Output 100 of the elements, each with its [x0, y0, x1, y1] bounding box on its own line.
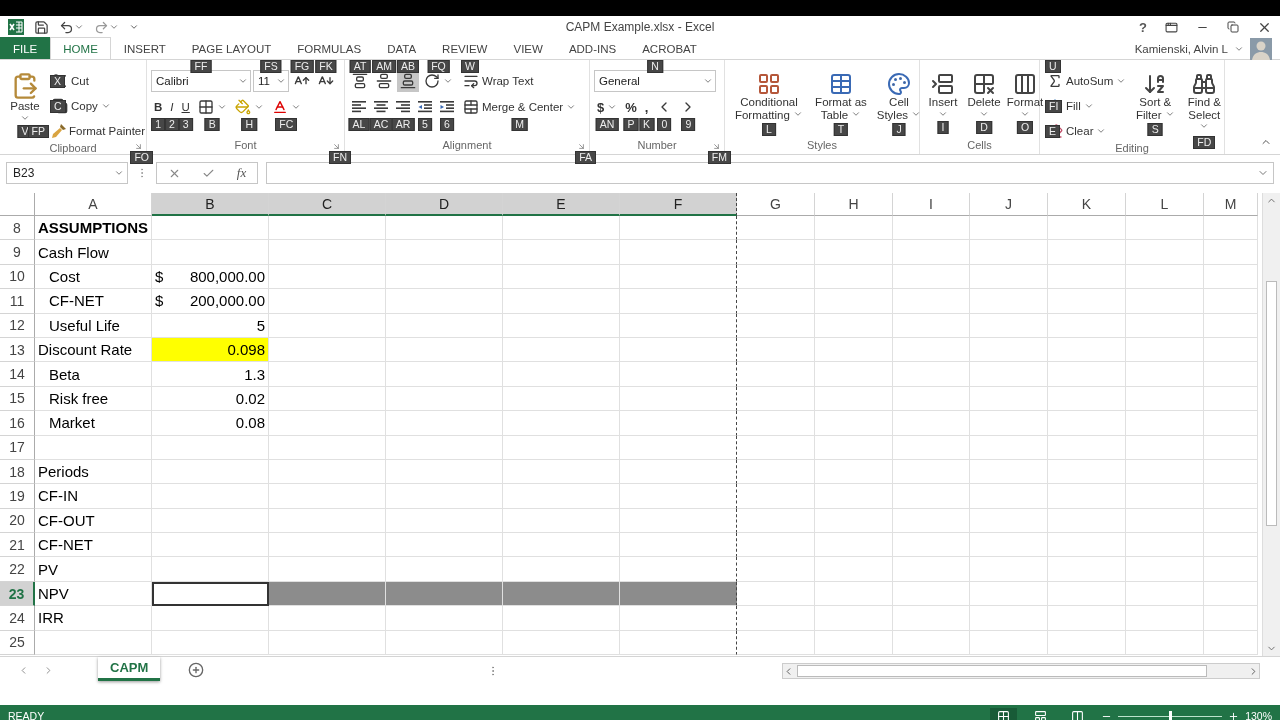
keytip-tooltip: N: [647, 60, 663, 73]
italic-button[interactable]: I: [167, 96, 177, 118]
format-painter-button[interactable]: Format Painter: [49, 120, 149, 142]
style-button[interactable]: Conditional Formatting: [729, 70, 809, 123]
keytip-tooltip: W: [461, 60, 479, 73]
style-button[interactable]: Format as Table: [812, 70, 870, 123]
insert-function-button[interactable]: fx: [236, 165, 247, 181]
row-header[interactable]: 18: [0, 459, 35, 485]
keytip-tooltip: FK: [315, 60, 337, 73]
keytip-tooltip: FA: [575, 151, 596, 164]
number-format-field[interactable]: General: [594, 70, 716, 92]
merge-center-button[interactable]: Merge & Center: [460, 96, 580, 118]
keytip-tooltip: T: [833, 123, 849, 136]
row-header[interactable]: 9: [0, 240, 35, 265]
sort-filter-button[interactable]: Sort & Filter: [1132, 70, 1179, 123]
paste-button[interactable]: Paste: [4, 70, 46, 125]
ribbon-tab[interactable]: INSERT: [110, 37, 179, 59]
table-cell: 5: [152, 313, 269, 338]
wrap-text-button[interactable]: Wrap Text: [460, 70, 537, 92]
style-button[interactable]: Cell Styles: [873, 70, 925, 123]
keytip-tooltip: AN: [595, 118, 619, 131]
row-header[interactable]: 21: [0, 533, 35, 558]
underline-button[interactable]: U: [178, 96, 193, 118]
percent-button[interactable]: %: [622, 96, 640, 118]
column-header[interactable]: M: [1204, 193, 1258, 216]
row-header[interactable]: 22: [0, 557, 35, 582]
window-title: CAPM Example.xlsx - Excel: [565, 20, 715, 34]
row-header[interactable]: 16: [0, 411, 35, 436]
group-label: Alignment: [442, 139, 492, 153]
row-header[interactable]: 17: [0, 435, 35, 460]
keytip-tooltip: AC: [369, 118, 393, 131]
keytip-tooltip: L: [762, 123, 776, 136]
help-button[interactable]: ?: [1139, 19, 1147, 35]
row-header[interactable]: 12: [0, 313, 35, 338]
column-header[interactable]: D: [386, 193, 503, 216]
column-header[interactable]: A: [35, 193, 152, 216]
keytip-tooltip: 2: [165, 118, 179, 131]
ribbon-tab[interactable]: DATA: [374, 37, 430, 59]
table-cell: Cost: [35, 264, 152, 290]
cells-button[interactable]: Delete: [965, 70, 1003, 121]
find-select-button[interactable]: Find & Select: [1181, 70, 1228, 136]
row-header[interactable]: 19: [0, 484, 35, 509]
table-cell: Cash Flow: [35, 240, 152, 265]
keytip-tooltip: 9: [681, 118, 696, 131]
column-header[interactable]: J: [970, 193, 1048, 216]
table-cell: NPV: [35, 581, 152, 607]
table-cell: Market: [35, 411, 152, 436]
column-header[interactable]: B: [152, 193, 269, 216]
keytip-tooltip: FD: [1193, 135, 1216, 149]
column-header[interactable]: G: [737, 193, 815, 216]
comma-button[interactable]: ,: [641, 96, 652, 118]
column-header[interactable]: C: [269, 193, 386, 216]
ribbon-tab[interactable]: ACROBAT: [629, 37, 710, 59]
column-header[interactable]: K: [1048, 193, 1126, 216]
ribbon-tab[interactable]: HOME: [50, 37, 111, 59]
file-tab[interactable]: FILE: [0, 37, 51, 59]
row-header[interactable]: 10: [0, 264, 35, 290]
keytip-tooltip: I: [937, 120, 949, 134]
cells-button[interactable]: Insert: [924, 70, 962, 121]
row-header[interactable]: 8: [0, 216, 35, 241]
keytip-tooltip: C: [50, 100, 66, 113]
table-cell: $ 200,000.00: [152, 289, 269, 314]
column-header[interactable]: I: [893, 193, 970, 216]
column-header[interactable]: F: [620, 193, 737, 216]
row-header[interactable]: 14: [0, 362, 35, 387]
row-header[interactable]: 13: [0, 337, 35, 363]
ribbon-tab[interactable]: VIEW: [500, 37, 556, 59]
column-header[interactable]: H: [815, 193, 893, 216]
keytip-tooltip: FI: [1045, 100, 1063, 113]
keytip-tooltip: AB: [397, 60, 419, 73]
cells-button[interactable]: Format: [1006, 70, 1044, 121]
keytip-tooltip: H: [241, 118, 258, 131]
ribbon-tab[interactable]: PAGE LAYOUT: [178, 37, 285, 59]
keytip-tooltip: FN: [329, 151, 351, 164]
row-header[interactable]: 25: [0, 630, 35, 656]
font-size-field[interactable]: 11: [253, 70, 289, 92]
table-cell: Periods: [35, 459, 152, 485]
name-box[interactable]: B23: [6, 162, 128, 184]
row-header[interactable]: 15: [0, 386, 35, 412]
zoom-level[interactable]: 130%: [1245, 710, 1272, 720]
row-header[interactable]: 20: [0, 508, 35, 534]
ribbon-tab[interactable]: REVIEW: [429, 37, 501, 59]
column-header[interactable]: E: [503, 193, 620, 216]
ribbon-tab[interactable]: ADD-INS: [555, 37, 630, 59]
row-header[interactable]: 24: [0, 606, 35, 631]
currency-button[interactable]: $: [594, 96, 621, 118]
user-name[interactable]: Kamienski, Alvin L: [1134, 42, 1228, 55]
keytip-tooltip: FQ: [427, 60, 450, 73]
row-header[interactable]: 23: [0, 581, 35, 607]
font-name-field[interactable]: Calibri: [151, 70, 251, 92]
ribbon-tab[interactable]: FORMULAS: [284, 37, 375, 59]
keytip-tooltip: AR: [391, 118, 415, 131]
table-cell: CF-OUT: [35, 508, 152, 534]
autosum-button[interactable]: AutoSum: [1044, 70, 1130, 92]
column-header[interactable]: L: [1126, 193, 1204, 216]
keytip-tooltip: 6: [440, 118, 454, 131]
bold-button[interactable]: B: [151, 96, 166, 118]
table-cell: IRR: [35, 606, 152, 631]
sheet-tab[interactable]: CAPM: [98, 657, 161, 681]
row-header[interactable]: 11: [0, 289, 35, 314]
